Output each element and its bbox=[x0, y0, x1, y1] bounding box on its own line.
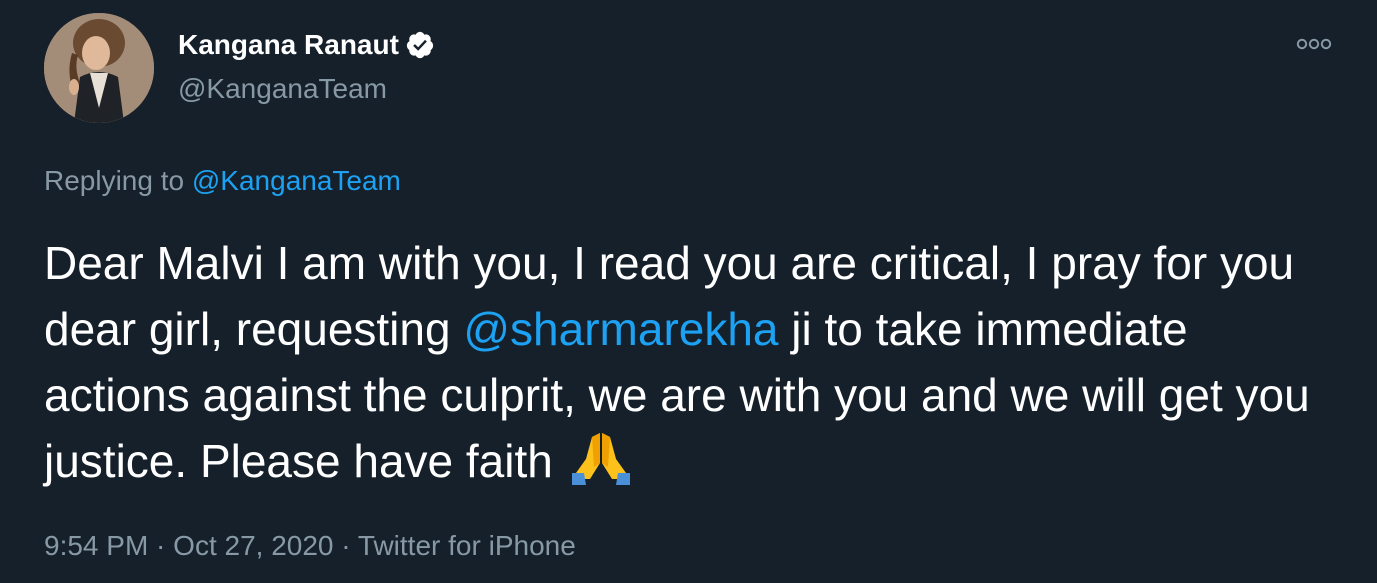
tweet-card: Kangana Ranaut @KanganaTeam Replying to … bbox=[0, 0, 1377, 583]
tweet-text: Dear Malvi I am with you, I read you are… bbox=[44, 230, 1344, 494]
author-handle[interactable]: @KanganaTeam bbox=[178, 72, 387, 106]
author-name[interactable]: Kangana Ranaut bbox=[178, 28, 399, 62]
reply-mention-link[interactable]: @KanganaTeam bbox=[192, 165, 401, 196]
tweet-mention-link[interactable]: @sharmarekha bbox=[463, 303, 778, 355]
avatar-image bbox=[44, 13, 154, 123]
author-name-row[interactable]: Kangana Ranaut bbox=[178, 28, 435, 62]
meta-separator-1: · bbox=[148, 530, 174, 561]
verified-badge-icon bbox=[405, 30, 435, 60]
folded-hands-emoji-icon bbox=[570, 429, 632, 485]
avatar[interactable] bbox=[44, 13, 154, 123]
tweet-metadata: 9:54 PM · Oct 27, 2020 · Twitter for iPh… bbox=[44, 528, 576, 564]
more-options-icon[interactable] bbox=[1290, 30, 1338, 58]
replying-to-label: Replying to bbox=[44, 165, 192, 196]
meta-separator-2: · bbox=[333, 530, 358, 561]
replying-to: Replying to @KanganaTeam bbox=[44, 163, 401, 199]
tweet-source[interactable]: Twitter for iPhone bbox=[358, 530, 576, 561]
tweet-time[interactable]: 9:54 PM bbox=[44, 530, 148, 561]
tweet-date[interactable]: Oct 27, 2020 bbox=[173, 530, 333, 561]
